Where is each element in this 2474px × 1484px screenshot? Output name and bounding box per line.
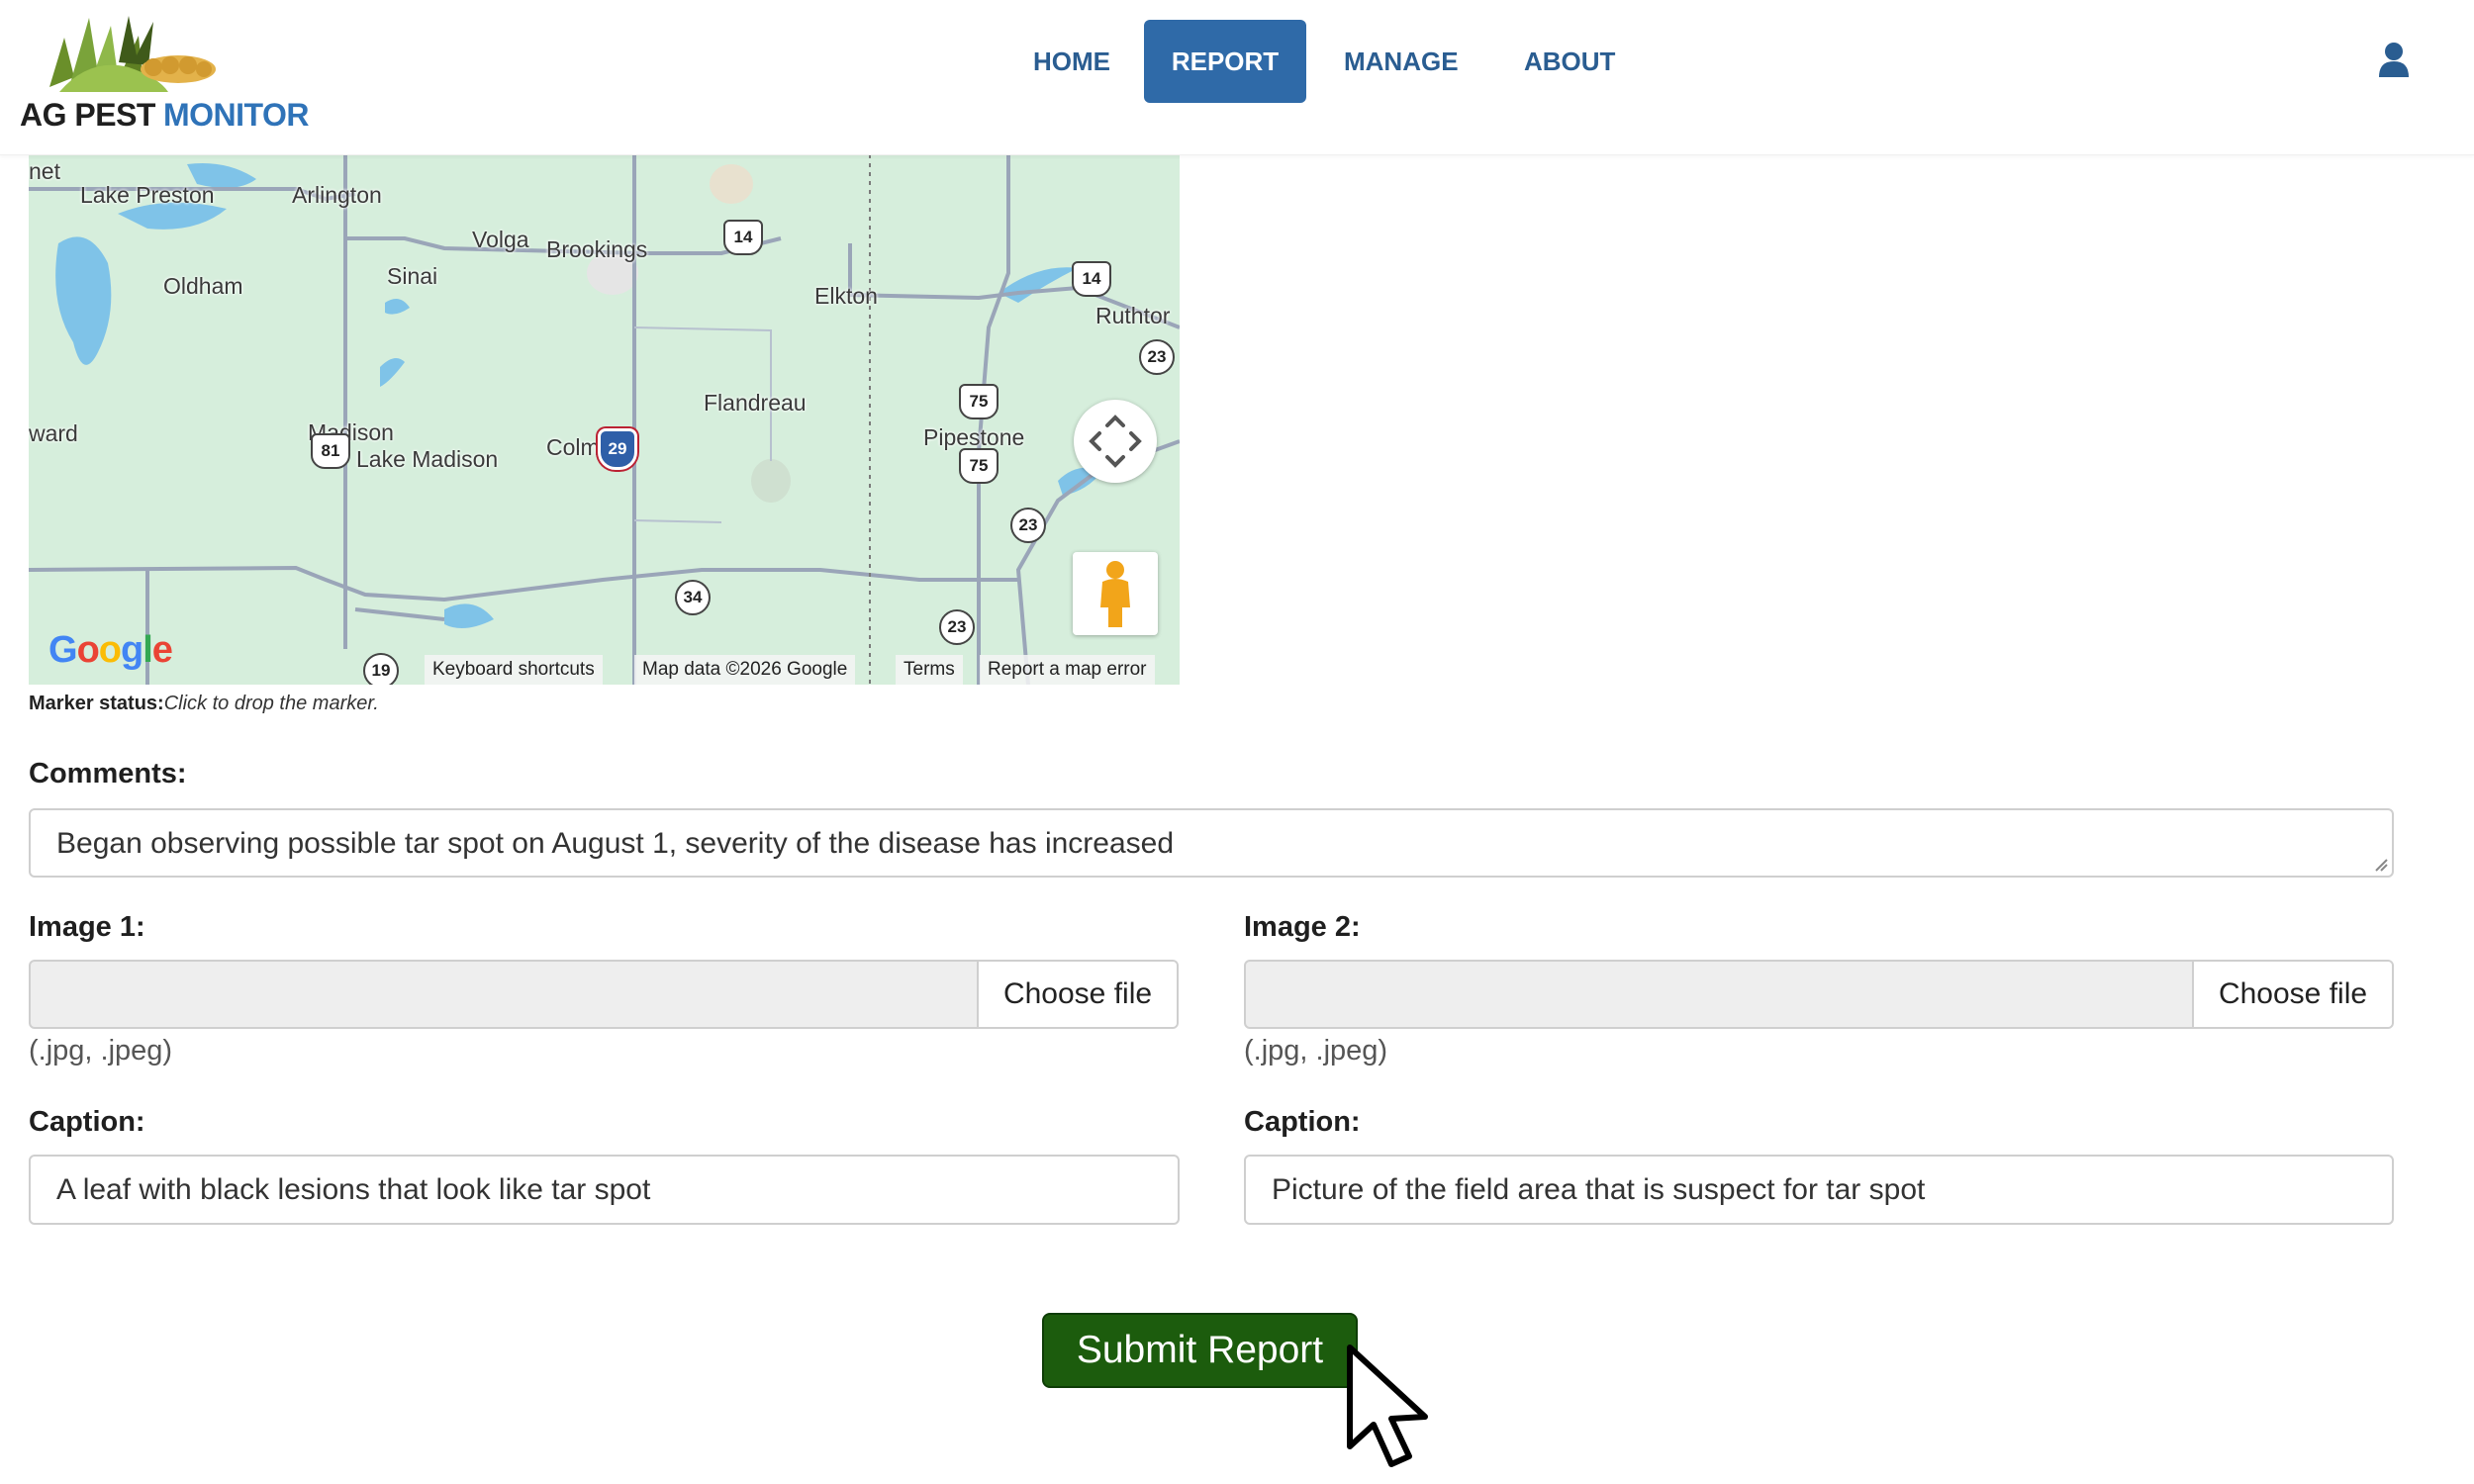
nav-manage[interactable]: MANAGE (1344, 20, 1459, 103)
comments-value: Began observing possible tar spot on Aug… (56, 827, 1175, 860)
route-shield-icon: 23 (1010, 508, 1046, 543)
route-number: 34 (683, 588, 703, 606)
brand-name-part1: AG PEST (20, 97, 155, 133)
terms-link[interactable]: Terms (896, 655, 963, 685)
image1-choose-file-button[interactable]: Choose file (977, 962, 1177, 1027)
mouse-pointer-icon (1347, 1345, 1428, 1467)
user-icon[interactable] (2377, 42, 2411, 77)
route-number: 23 (1018, 515, 1038, 534)
move-arrows-icon (1089, 415, 1142, 468)
route-number: 23 (947, 617, 967, 636)
resize-handle-icon[interactable] (2374, 858, 2388, 872)
nav-report-active[interactable]: REPORT (1144, 20, 1306, 103)
caption2-input[interactable]: Picture of the field area that is suspec… (1244, 1155, 2394, 1225)
map-data-attribution: Map data ©2026 Google (634, 655, 856, 685)
route-shield-icon: 75 (959, 384, 999, 419)
report-map-error-link[interactable]: Report a map error (980, 655, 1155, 685)
map-place-label: Brookings (546, 236, 648, 262)
route-number: 81 (321, 441, 340, 460)
marker-status: Marker status:Click to drop the marker. (29, 693, 379, 715)
map-attribution-bar: Keyboard shortcuts Map data ©2026 Google… (29, 655, 1180, 685)
nav-home[interactable]: HOME (1033, 20, 1110, 103)
keyboard-shortcuts-link[interactable]: Keyboard shortcuts (425, 655, 603, 685)
route-number: 14 (1082, 269, 1101, 288)
route-shield-icon: 81 (311, 433, 350, 469)
route-number: 75 (969, 392, 989, 411)
route-shield-icon: 23 (939, 609, 975, 645)
caption2-value: Picture of the field area that is suspec… (1272, 1173, 1926, 1206)
image2-label: Image 2: (1244, 911, 1361, 943)
map-tiles (29, 154, 1180, 685)
caption1-label: Caption: (29, 1106, 145, 1138)
route-shield-icon: 14 (723, 220, 763, 255)
brand-logo[interactable]: AG PEST MONITOR (20, 8, 309, 137)
map-place-label: ward (29, 420, 78, 446)
map-place-label: Lake Preston (80, 182, 215, 208)
marker-status-value: Click to drop the marker. (163, 693, 379, 714)
submit-report-button[interactable]: Submit Report (1042, 1313, 1358, 1388)
map-place-label: Volga (472, 227, 529, 252)
street-view-pegman[interactable] (1073, 552, 1158, 635)
image2-choose-file-button[interactable]: Choose file (2192, 962, 2392, 1027)
route-shield-icon: 14 (1072, 261, 1111, 297)
map-place-label: Arlington (292, 182, 382, 208)
brand-name-part2: MONITOR (162, 97, 310, 133)
map-place-label: Pipestone (923, 424, 1025, 450)
brand-name: AG PEST MONITOR (20, 97, 309, 134)
map-place-label: net (29, 158, 60, 184)
image2-file-hint: (.jpg, .jpeg) (1244, 1035, 1388, 1067)
pegman-icon (1100, 561, 1130, 627)
caption2-label: Caption: (1244, 1106, 1361, 1138)
route-shield-icon: 23 (1139, 339, 1175, 375)
route-number: 75 (969, 456, 989, 475)
map-place-label: Flandreau (704, 390, 807, 416)
map-pan-control[interactable] (1074, 400, 1157, 483)
map-place-label: Elkton (814, 283, 878, 309)
caption1-value: A leaf with black lesions that look like… (56, 1173, 651, 1206)
comments-textarea[interactable]: Began observing possible tar spot on Aug… (29, 808, 2394, 878)
image2-file-input[interactable]: Choose file (1244, 960, 2394, 1029)
image1-label: Image 1: (29, 911, 145, 943)
interstate-shield-icon: 29 (598, 428, 637, 470)
image1-file-hint: (.jpg, .jpeg) (29, 1035, 173, 1067)
pest-plant-logo-icon (49, 16, 216, 92)
comments-label: Comments: (29, 758, 187, 789)
map-place-label: Ruthtor (1095, 303, 1171, 328)
marker-status-label: Marker status: (29, 693, 164, 714)
image1-file-input[interactable]: Choose file (29, 960, 1179, 1029)
map-place-label: Lake Madison (356, 446, 499, 472)
route-number: 23 (1147, 347, 1167, 366)
map-place-label: Sinai (387, 263, 438, 289)
route-number: 29 (608, 439, 627, 458)
map-place-label: Oldham (163, 273, 243, 299)
route-shield-icon: 34 (675, 580, 711, 615)
caption1-input[interactable]: A leaf with black lesions that look like… (29, 1155, 1180, 1225)
nav-about[interactable]: ABOUT (1524, 20, 1615, 103)
route-shield-icon: 75 (959, 448, 999, 484)
route-number: 14 (733, 228, 753, 246)
top-navbar: AG PEST MONITOR HOME REPORT MANAGE ABOUT (0, 0, 2474, 155)
location-map[interactable]: net Lake Preston Arlington Volga Brookings El… (29, 154, 1180, 685)
